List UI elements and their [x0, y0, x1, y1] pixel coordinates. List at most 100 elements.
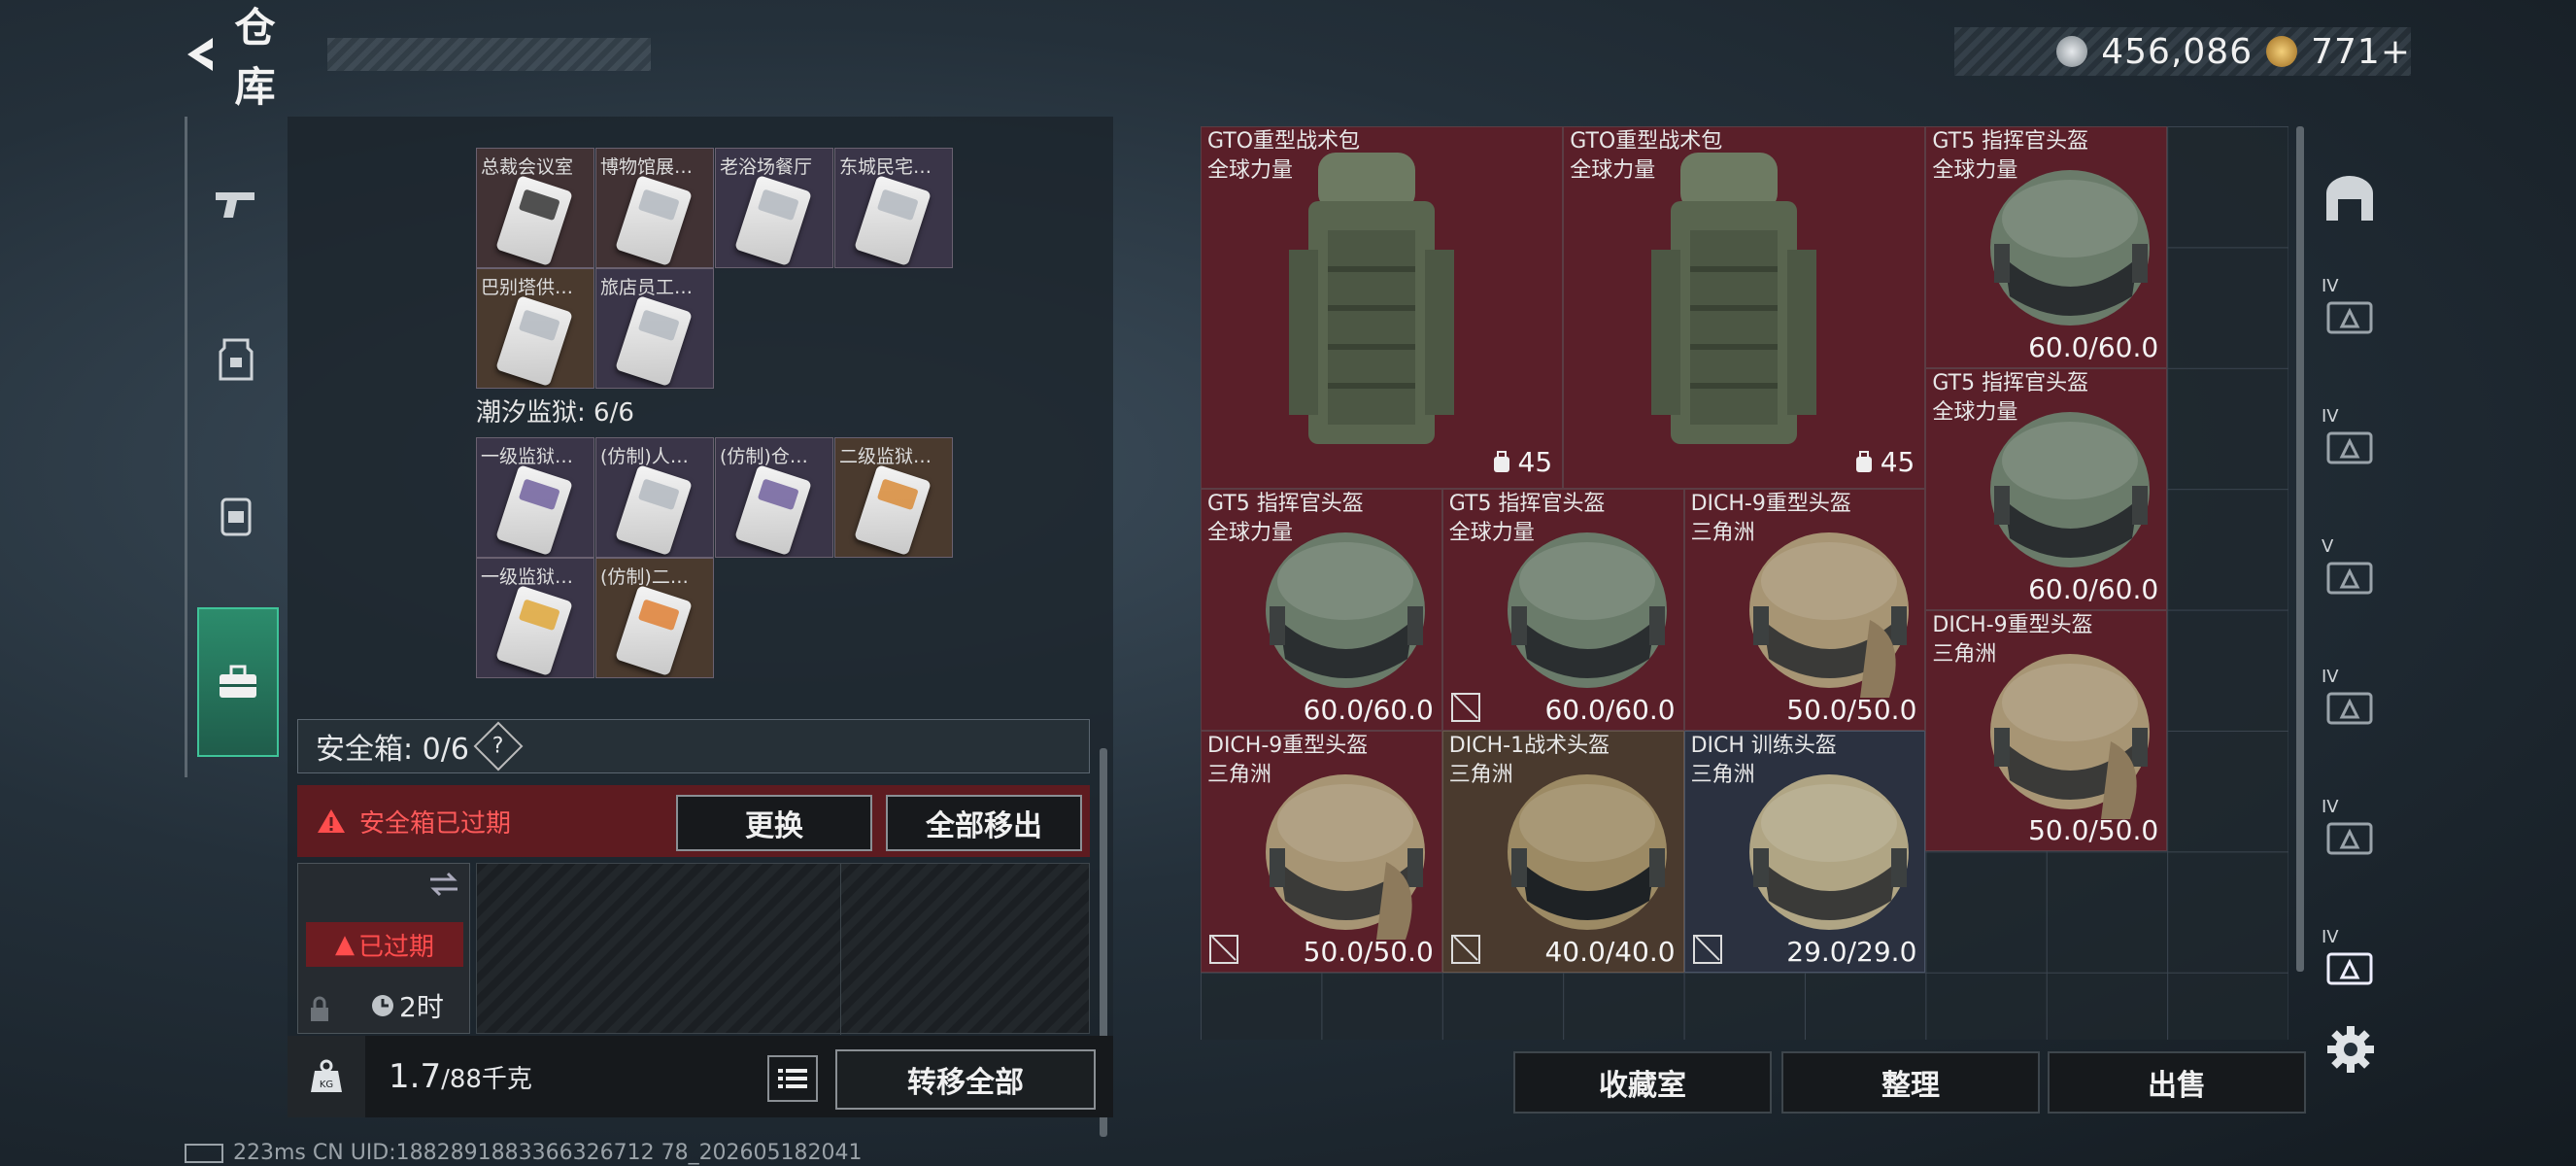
tab-storage-6[interactable]: IV — [2306, 913, 2393, 1020]
key-card-icon — [495, 174, 573, 267]
collection-room-button[interactable]: 收藏室 — [1513, 1051, 1772, 1114]
page-title: 仓库 — [234, 4, 276, 111]
tab-storage-4[interactable]: IV — [2306, 653, 2393, 760]
footer-text: 223ms CN UID:1882891883366326712 78_2026… — [233, 1141, 863, 1165]
key-card-icon — [495, 294, 573, 388]
clock-icon — [372, 995, 393, 1016]
tab-storage-2[interactable]: IV — [2306, 393, 2393, 499]
weight-icon: KG — [311, 1059, 342, 1092]
left-tab-bar — [185, 117, 282, 777]
storage-upgrade-icon — [2326, 692, 2373, 725]
key-card-icon — [854, 463, 932, 557]
tab-armor[interactable] — [197, 311, 275, 408]
helmet-item[interactable]: DICH-9重型头盔 三角洲 50.0/50.0 — [1925, 609, 2168, 852]
item-durability: 60.0/60.0 — [2028, 330, 2159, 363]
help-icon[interactable]: ? — [473, 721, 524, 772]
item-brand: 三角洲 — [1448, 763, 1513, 787]
backpack-item[interactable]: GTO重型战术包 全球力量 45 — [1201, 126, 1564, 490]
key-card-tile[interactable]: 巴别塔供… — [476, 268, 594, 389]
key-card-tile[interactable]: 东城民宅… — [834, 148, 953, 268]
sort-button[interactable]: 整理 — [1781, 1051, 2040, 1114]
sell-button[interactable]: 出售 — [2048, 1051, 2306, 1114]
item-brand: 三角洲 — [1932, 641, 1997, 667]
armor-vest-icon — [219, 338, 254, 381]
tab-storage-1[interactable]: IV — [2306, 262, 2393, 369]
item-name: GT5 指挥官头盔 — [1448, 492, 1606, 517]
key-card-icon — [615, 584, 693, 677]
key-card-label: 一级监狱… — [481, 446, 574, 467]
swap-icon[interactable] — [426, 870, 461, 899]
key-card-tile[interactable]: (仿制)二… — [595, 558, 714, 678]
tab-safe-box[interactable] — [197, 607, 279, 757]
item-durability: 29.0/29.0 — [1786, 935, 1917, 968]
tab-container[interactable] — [2306, 146, 2393, 253]
helmet-item[interactable]: DICH 训练头盔 三角洲 29.0/29.0 — [1683, 731, 1926, 973]
key-card-icon — [495, 463, 573, 557]
helmet-item[interactable]: GT5 指挥官头盔 全球力量 60.0/60.0 — [1925, 367, 2168, 610]
key-card-label: 老浴场餐厅 — [720, 156, 813, 178]
storage-upgrade-icon — [2326, 562, 2373, 595]
grid-scrollbar[interactable] — [2296, 126, 2304, 972]
warning-icon — [318, 809, 345, 833]
key-card-tile[interactable]: 旅店员工… — [595, 268, 714, 389]
gold-coin-icon — [2266, 36, 2298, 67]
case-expired-text: 已过期 — [357, 932, 434, 962]
storage-upgrade-icon — [2326, 301, 2373, 334]
item-name: GT5 指挥官头盔 — [1932, 129, 2089, 154]
storage-level: IV — [2322, 797, 2339, 817]
key-card-tile[interactable]: 老浴场餐厅 — [715, 148, 833, 268]
item-name: GT5 指挥官头盔 — [1207, 492, 1364, 517]
item-name: DICH 训练头盔 — [1690, 734, 1837, 758]
key-card-label: 巴别塔供… — [481, 277, 574, 298]
item-brand: 三角洲 — [1690, 763, 1755, 787]
list-view-button[interactable] — [767, 1055, 818, 1102]
backpack-icon — [220, 497, 252, 536]
key-card-label: 二级监狱… — [839, 446, 932, 467]
item-durability: 40.0/40.0 — [1544, 935, 1676, 968]
helmet-item[interactable]: GT5 指挥官头盔 全球力量 60.0/60.0 — [1925, 126, 2168, 368]
item-brand: 全球力量 — [1932, 158, 2018, 183]
key-card-icon — [734, 174, 812, 267]
helmet-item[interactable]: DICH-9重型头盔 三角洲 50.0/50.0 — [1683, 489, 1926, 731]
backpack-item[interactable]: GTO重型战术包 全球力量 45 — [1563, 126, 1926, 490]
backpack-icon — [1289, 153, 1454, 444]
helmet-item[interactable]: GT5 指挥官头盔 全球力量 60.0/60.0 — [1201, 489, 1442, 731]
back-button[interactable] — [175, 27, 228, 82]
battery-icon — [185, 1144, 223, 1163]
helmet-item[interactable]: DICH-9重型头盔 三角洲 50.0/50.0 — [1201, 731, 1442, 973]
gold-amount[interactable]: 771+ — [2311, 32, 2411, 72]
item-durability: 60.0/60.0 — [1303, 693, 1434, 726]
title-stripe — [327, 38, 651, 71]
safe-box-title: 安全箱: 0/6 — [316, 733, 469, 767]
item-capacity: 45 — [1491, 446, 1552, 478]
safe-box-storage-grid[interactable] — [476, 863, 1090, 1035]
key-card-tile[interactable]: (仿制)仓… — [715, 437, 833, 558]
safe-case-slot[interactable]: ▲ 已过期 2时 — [297, 863, 470, 1034]
tab-storage-5[interactable]: IV — [2306, 783, 2393, 890]
tab-backpack[interactable] — [197, 466, 275, 564]
item-durability: 50.0/50.0 — [2028, 814, 2159, 847]
help-mark: ? — [492, 734, 504, 759]
key-card-icon — [495, 584, 573, 677]
key-card-tile[interactable]: 一级监狱… — [476, 437, 594, 558]
weight-value: 1.7/88千克 — [389, 1057, 532, 1096]
key-card-tile[interactable]: (仿制)人… — [595, 437, 714, 558]
item-capacity: 45 — [1853, 446, 1915, 478]
key-card-tile[interactable]: 博物馆展… — [595, 148, 714, 268]
key-card-tile[interactable]: 二级监狱… — [834, 437, 953, 558]
briefcase-icon — [220, 665, 256, 698]
settings-button[interactable] — [2323, 1022, 2378, 1077]
silver-amount: 456,086 — [2101, 31, 2254, 72]
footer-info: 223ms CN UID:1882891883366326712 78_2026… — [185, 1141, 863, 1165]
transfer-all-button[interactable]: 转移全部 — [835, 1049, 1096, 1110]
key-card-tile[interactable]: 总裁会议室 — [476, 148, 594, 268]
item-name: DICH-1战术头盔 — [1448, 734, 1610, 758]
remove-all-button[interactable]: 全部移出 — [886, 795, 1082, 851]
key-card-tile[interactable]: 一级监狱… — [476, 558, 594, 678]
tab-weapons[interactable] — [197, 155, 275, 253]
helmet-item[interactable]: GT5 指挥官头盔 全球力量 60.0/60.0 — [1441, 489, 1684, 731]
helmet-item[interactable]: DICH-1战术头盔 三角洲 40.0/40.0 — [1441, 731, 1684, 973]
tab-storage-3[interactable]: V — [2306, 523, 2393, 630]
replace-button[interactable]: 更换 — [676, 795, 872, 851]
gear-icon — [2327, 1026, 2374, 1073]
